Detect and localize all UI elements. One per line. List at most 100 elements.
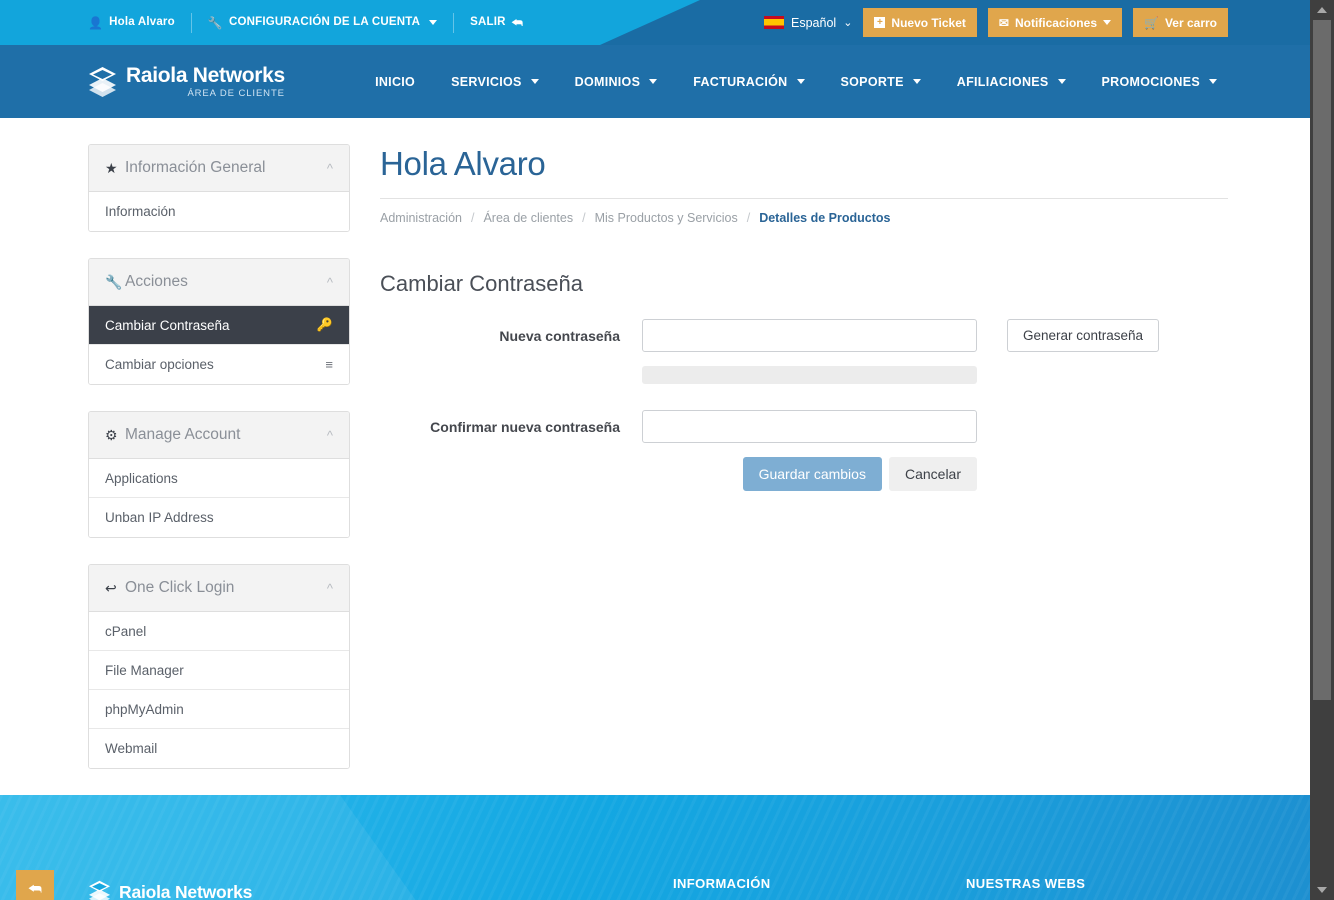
sidebar-item-informacion[interactable]: Información bbox=[89, 192, 349, 231]
brand-name: Raiola Networks bbox=[126, 64, 285, 87]
user-greeting[interactable]: 👤 Hola Alvaro bbox=[88, 0, 191, 45]
language-selector[interactable]: Español ⌄ bbox=[764, 16, 852, 30]
footer-column-heading: INFORMACIÓN bbox=[673, 876, 771, 891]
panel-title: Manage Account bbox=[125, 426, 241, 443]
nav-item-afiliaciones[interactable]: AFILIACIONES bbox=[939, 75, 1084, 89]
nav-label: SERVICIOS bbox=[451, 74, 522, 89]
raiola-cube-icon bbox=[88, 66, 117, 98]
plus-square-icon: + bbox=[874, 17, 886, 28]
sidebar-item-cpanel[interactable]: cPanel bbox=[89, 612, 349, 651]
sidebar-item-unban-ip-address[interactable]: Unban IP Address bbox=[89, 498, 349, 537]
chevron-down-icon bbox=[1209, 79, 1217, 84]
page-footer: ⮪ Raiola Networks 📍 Avenida de Magoi nº6… bbox=[0, 795, 1310, 900]
panel-header[interactable]: ★ Información General ^ bbox=[89, 145, 349, 192]
sidebar-item-cambiar-contrasena[interactable]: Cambiar Contraseña 🔑 bbox=[89, 306, 349, 345]
chevron-up-icon[interactable]: ^ bbox=[327, 162, 333, 175]
nav-label: AFILIACIONES bbox=[956, 74, 1049, 89]
nav-item-dominios[interactable]: DOMINIOS bbox=[557, 75, 676, 89]
shopping-cart-icon: 🛒 bbox=[1144, 15, 1159, 30]
breadcrumb-separator: / bbox=[746, 211, 751, 225]
star-icon: ★ bbox=[105, 159, 118, 176]
breadcrumb-separator: / bbox=[582, 211, 586, 225]
panel-header[interactable]: ⚙ Manage Account ^ bbox=[89, 412, 349, 459]
nav-item-soporte[interactable]: SOPORTE bbox=[823, 75, 939, 89]
footer-column-nuestras-webs: NUESTRAS WEBS Raiola Networks España bbox=[966, 876, 1103, 900]
new-password-input[interactable] bbox=[642, 319, 977, 352]
page-title: Hola Alvaro bbox=[380, 145, 546, 182]
sidebar-item-label: Cambiar Contraseña bbox=[105, 317, 230, 333]
change-password-form: Nueva contraseña Generar contraseña Conf… bbox=[380, 319, 1228, 491]
envelope-icon: ✉ bbox=[998, 15, 1009, 30]
panel-header[interactable]: ↩ One Click Login ^ bbox=[89, 565, 349, 612]
footer-column-informacion: INFORMACIÓN Información sobre migracione… bbox=[673, 876, 844, 900]
form-row-new-password: Nueva contraseña Generar contraseña bbox=[380, 319, 1228, 352]
panel-title: One Click Login bbox=[125, 579, 235, 596]
panel-manage-account: ⚙ Manage Account ^ Applications Unban IP… bbox=[88, 411, 350, 538]
list-icon: ≡ bbox=[325, 357, 333, 372]
chevron-up-icon[interactable]: ^ bbox=[327, 276, 333, 289]
utility-top-bar: 👤 Hola Alvaro 🔧 CONFIGURACIÓN DE LA CUEN… bbox=[0, 0, 1310, 45]
scroll-down-arrow-icon[interactable] bbox=[1310, 880, 1334, 900]
cancel-button[interactable]: Cancelar bbox=[888, 457, 977, 491]
panel-title: Acciones bbox=[125, 273, 188, 290]
sidebar-item-applications[interactable]: Applications bbox=[89, 459, 349, 498]
breadcrumb: Administración / Área de clientes / Mis … bbox=[380, 198, 1228, 225]
breadcrumb-item-mis-productos-y-servicios[interactable]: Mis Productos y Servicios bbox=[595, 211, 738, 225]
new-ticket-label: Nuevo Ticket bbox=[891, 15, 966, 30]
logout-link[interactable]: SALIR ⮪ bbox=[454, 0, 539, 45]
wrench-icon: 🔧 bbox=[207, 15, 223, 30]
arrow-back-icon: ↩ bbox=[105, 579, 117, 596]
footer-brand-name: Raiola Networks bbox=[119, 882, 253, 900]
view-cart-label: Ver carro bbox=[1164, 15, 1217, 30]
scroll-up-arrow-icon[interactable] bbox=[1310, 0, 1334, 20]
form-row-confirm-password: Confirmar nueva contraseña bbox=[380, 410, 1228, 443]
nav-item-promociones[interactable]: PROMOCIONES bbox=[1084, 75, 1235, 89]
browser-viewport: 👤 Hola Alvaro 🔧 CONFIGURACIÓN DE LA CUEN… bbox=[0, 0, 1310, 900]
new-ticket-button[interactable]: + Nuevo Ticket bbox=[863, 8, 977, 37]
chevron-up-icon[interactable]: ^ bbox=[327, 582, 333, 595]
language-label: Español bbox=[791, 15, 837, 30]
nav-item-servicios[interactable]: SERVICIOS bbox=[433, 75, 557, 89]
breadcrumb-separator: / bbox=[470, 211, 475, 225]
breadcrumb-item-area-de-clientes[interactable]: Área de clientes bbox=[483, 211, 573, 225]
nav-item-inicio[interactable]: INICIO bbox=[357, 75, 433, 89]
password-strength-meter bbox=[642, 366, 977, 384]
scroll-to-top-button[interactable]: ⮪ bbox=[16, 870, 54, 900]
panel-title: Información General bbox=[125, 159, 266, 176]
breadcrumb-item-detalles-de-productos[interactable]: Detalles de Productos bbox=[759, 211, 890, 225]
sidebar-item-cambiar-opciones[interactable]: Cambiar opciones ≡ bbox=[89, 345, 349, 384]
vertical-scrollbar[interactable] bbox=[1310, 0, 1334, 900]
sidebar-item-phpmyadmin[interactable]: phpMyAdmin bbox=[89, 690, 349, 729]
brand-logo[interactable]: Raiola Networks ÁREA DE CLIENTE bbox=[88, 64, 285, 99]
main-column: Hola Alvaro Administración / Área de cli… bbox=[380, 144, 1310, 795]
sidebar-item-label: File Manager bbox=[105, 662, 184, 678]
account-config-menu[interactable]: 🔧 CONFIGURACIÓN DE LA CUENTA bbox=[192, 0, 453, 45]
chevron-down-icon bbox=[530, 79, 539, 84]
scrollbar-thumb[interactable] bbox=[1313, 20, 1331, 700]
view-cart-button[interactable]: 🛒 Ver carro bbox=[1133, 8, 1228, 37]
sidebar-item-label: cPanel bbox=[105, 623, 147, 639]
primary-nav: INICIO SERVICIOS DOMINIOS FACTURACIÓN SO… bbox=[357, 75, 1310, 89]
nav-label: DOMINIOS bbox=[574, 74, 641, 89]
new-password-label: Nueva contraseña bbox=[499, 327, 620, 344]
breadcrumb-item-administracion[interactable]: Administración bbox=[380, 211, 462, 225]
chevron-up-icon[interactable]: ^ bbox=[327, 429, 333, 442]
save-changes-button[interactable]: Guardar cambios bbox=[742, 457, 882, 491]
logout-label: SALIR bbox=[470, 16, 506, 28]
panel-header[interactable]: 🔧 Acciones ^ bbox=[89, 259, 349, 306]
user-greeting-label: Hola Alvaro bbox=[109, 16, 175, 28]
generate-password-button[interactable]: Generar contraseña bbox=[1007, 319, 1160, 352]
scroll-top-icon: ⮪ bbox=[28, 880, 42, 898]
confirm-password-input[interactable] bbox=[642, 410, 977, 443]
panel-acciones: 🔧 Acciones ^ Cambiar Contraseña 🔑 Cambia… bbox=[88, 258, 350, 385]
notifications-button[interactable]: ✉ Notificaciones bbox=[987, 8, 1122, 37]
sidebar-item-webmail[interactable]: Webmail bbox=[89, 729, 349, 768]
chevron-down-icon bbox=[1103, 20, 1111, 25]
nav-label: INICIO bbox=[375, 74, 416, 89]
nav-item-facturacion[interactable]: FACTURACIÓN bbox=[675, 75, 822, 89]
nav-label: FACTURACIÓN bbox=[693, 74, 788, 89]
footer-column-heading: NUESTRAS WEBS bbox=[966, 876, 1086, 891]
page-content: ★ Información General ^ Información 🔧 Ac… bbox=[0, 118, 1310, 795]
sidebar-item-file-manager[interactable]: File Manager bbox=[89, 651, 349, 690]
sidebar-item-label: Unban IP Address bbox=[105, 510, 214, 525]
